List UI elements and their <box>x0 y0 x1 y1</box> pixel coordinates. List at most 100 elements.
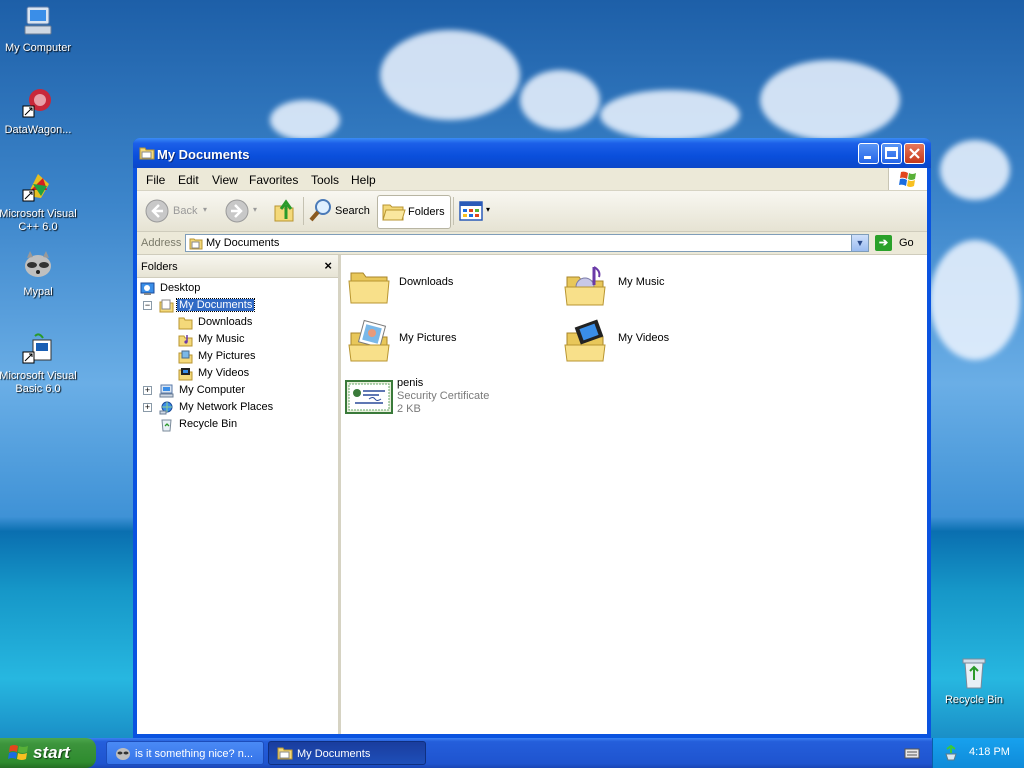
file-size: 2 KB <box>397 403 421 415</box>
back-label: Back <box>173 205 198 217</box>
address-value: My Documents <box>206 237 280 249</box>
folders-button[interactable]: Folders <box>377 195 451 229</box>
title-bar[interactable]: My Documents <box>133 138 931 168</box>
visual-basic-icon <box>21 332 55 366</box>
file-name: My Pictures <box>399 332 457 344</box>
file-item-downloads[interactable]: Downloads <box>347 263 547 311</box>
views-button[interactable]: ▾ <box>459 195 495 227</box>
menu-bar: File Edit View Favorites Tools Help <box>137 168 927 191</box>
recycle-tray-icon[interactable] <box>943 745 959 761</box>
maximize-button[interactable] <box>881 143 902 164</box>
desktop-icon-visual-cpp[interactable]: Microsoft Visual C++ 6.0 <box>0 170 78 234</box>
windows-logo-icon <box>888 168 927 190</box>
recycle-bin-icon <box>161 419 172 432</box>
visual-cpp-icon <box>21 170 55 204</box>
search-button[interactable]: Search <box>309 195 373 227</box>
desktop-icon-datawagon[interactable]: DataWagon... <box>0 86 78 137</box>
desktop-icon-visual-basic[interactable]: Microsoft Visual Basic 6.0 <box>0 332 78 396</box>
folder-icon <box>277 747 293 760</box>
start-label: start <box>33 743 70 762</box>
close-icon <box>909 148 920 159</box>
forward-arrow-icon <box>225 199 249 223</box>
menu-edit[interactable]: Edit <box>178 173 199 187</box>
up-folder-button[interactable] <box>273 195 299 227</box>
folders-icon <box>382 204 406 221</box>
window-body: File Edit View Favorites Tools Help Back… <box>137 168 927 734</box>
taskbar-item-mypal[interactable]: is it something nice? n... <box>106 741 264 765</box>
tree-item-label: My Computer <box>179 384 246 396</box>
address-dropdown-button[interactable]: ▼ <box>851 235 868 251</box>
desktop-icon-label: DataWagon... <box>4 124 72 136</box>
videos-folder-icon <box>564 319 606 362</box>
mypal-raccoon-icon <box>116 748 130 760</box>
taskbar-item-my-documents[interactable]: My Documents <box>268 741 426 765</box>
tree-item-label: My Network Places <box>179 401 274 413</box>
desktop-icon-label: Microsoft Visual C++ 6.0 <box>0 208 77 233</box>
back-arrow-icon <box>145 199 169 223</box>
folder-icon <box>348 272 390 304</box>
music-folder-icon <box>564 266 606 306</box>
mypal-raccoon-icon <box>21 248 55 282</box>
file-item-my-music[interactable]: My Music <box>563 263 763 311</box>
start-button[interactable]: start <box>0 738 96 768</box>
file-name: penis <box>397 377 424 389</box>
my-documents-icon <box>189 238 203 250</box>
folder-icon <box>139 146 155 160</box>
menu-file[interactable]: File <box>146 173 165 187</box>
tree-item-label: My Documents <box>175 298 256 312</box>
desktop-icon-label: Recycle Bin <box>944 694 1004 706</box>
address-input[interactable]: My Documents ▼ <box>185 234 869 252</box>
datawagon-icon <box>21 86 55 120</box>
videos-folder-icon <box>178 368 193 381</box>
clock[interactable]: 4:18 PM <box>969 746 1010 758</box>
menu-favorites[interactable]: Favorites <box>249 173 298 187</box>
menu-help[interactable]: Help <box>351 173 376 187</box>
desktop-icon-label: Microsoft Visual Basic 6.0 <box>0 370 77 395</box>
my-computer-icon <box>21 4 55 38</box>
file-name: Downloads <box>399 276 454 288</box>
back-button[interactable]: Back ▾ <box>145 195 209 227</box>
minimize-button[interactable] <box>858 143 879 164</box>
music-folder-icon <box>178 335 193 347</box>
desktop-icon-my-computer[interactable]: My Computer <box>0 4 78 55</box>
tree-item-label: My Pictures <box>198 350 256 362</box>
recycle-bin-icon <box>957 656 991 690</box>
folders-pane-title: Folders <box>141 261 178 273</box>
certificate-icon <box>345 380 393 414</box>
my-computer-icon <box>159 384 174 398</box>
file-item-my-videos[interactable]: My Videos <box>563 319 763 367</box>
forward-button[interactable]: ▾ <box>225 195 261 227</box>
address-label: Address <box>141 237 182 249</box>
keyboard-icon[interactable] <box>904 747 920 759</box>
folders-pane-close-button[interactable]: × <box>324 258 332 273</box>
file-item-my-pictures[interactable]: My Pictures <box>347 319 547 367</box>
chevron-down-icon: ▾ <box>253 205 258 214</box>
pictures-folder-icon <box>348 319 390 362</box>
windows-flag-icon <box>8 745 28 760</box>
toolbar-separator <box>453 197 454 225</box>
folders-pane: Folders × Desktop − My Documents Downloa… <box>137 255 341 734</box>
pictures-folder-icon <box>178 350 193 364</box>
close-button[interactable] <box>904 143 925 164</box>
taskbar-item-label: is it something nice? n... <box>135 748 254 760</box>
expand-toggle[interactable]: + <box>143 386 152 395</box>
up-folder-icon <box>274 199 294 222</box>
maximize-icon <box>885 147 898 159</box>
collapse-toggle[interactable]: − <box>143 301 152 310</box>
chevron-down-icon: ▼ <box>855 238 865 248</box>
toolbar-separator <box>303 197 304 225</box>
search-icon <box>309 199 331 222</box>
search-label: Search <box>335 205 370 217</box>
desktop-icon-mypal[interactable]: Mypal <box>0 248 78 299</box>
my-documents-icon <box>159 299 174 313</box>
file-item-certificate[interactable]: penis Security Certificate 2 KB <box>345 375 545 423</box>
file-list-pane: Downloads My Music My Pictures My Videos… <box>341 255 927 734</box>
desktop-icon-recycle-bin[interactable]: Recycle Bin <box>934 656 1014 707</box>
tree-item-label: My Music <box>198 333 245 345</box>
menu-view[interactable]: View <box>212 173 238 187</box>
tree-item-label: Downloads <box>198 316 253 328</box>
folders-label: Folders <box>408 206 445 218</box>
menu-tools[interactable]: Tools <box>311 173 339 187</box>
expand-toggle[interactable]: + <box>143 403 152 412</box>
system-tray: 4:18 PM <box>932 738 1024 768</box>
